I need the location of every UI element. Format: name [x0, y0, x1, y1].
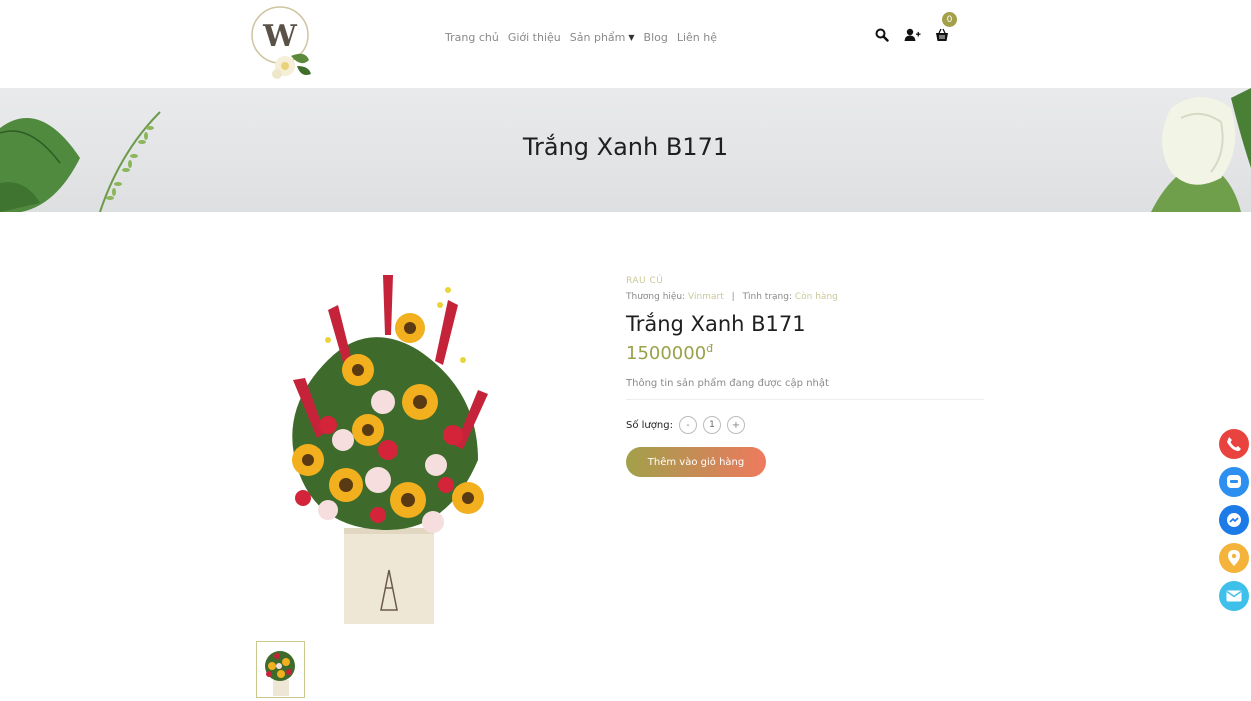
product-info: RAU CỦ Thương hiệu: Vinmart | Tình trạng…	[626, 276, 986, 477]
product-category[interactable]: RAU CỦ	[626, 276, 986, 286]
product-main-image[interactable]	[268, 270, 518, 624]
nav-products-label: Sản phẩm	[569, 31, 626, 44]
search-icon[interactable]	[873, 26, 891, 44]
messenger-icon[interactable]	[1219, 505, 1249, 535]
product-meta: Thương hiệu: Vinmart | Tình trạng: Còn h…	[626, 292, 986, 302]
status-label: Tình trạng:	[742, 292, 792, 302]
page-banner: Trắng Xanh B171	[0, 88, 1251, 212]
map-pin-icon[interactable]	[1219, 543, 1249, 573]
nav-home[interactable]: Trang chủ	[445, 31, 499, 44]
product-description: Thông tin sản phẩm đang được cập nhật	[626, 378, 829, 389]
header-actions: 0	[873, 12, 957, 44]
brand-value[interactable]: Vinmart	[688, 292, 724, 302]
nav-products[interactable]: Sản phẩm ▼	[570, 31, 635, 44]
caret-down-icon: ▼	[628, 33, 635, 42]
rose-decoration	[1151, 88, 1251, 212]
status-value: Còn hàng	[794, 292, 838, 302]
cart-icon[interactable]: 0	[933, 12, 957, 44]
nav-contact[interactable]: Liên hệ	[677, 31, 717, 44]
zalo-icon[interactable]	[1219, 467, 1249, 497]
product-price: 1500000đ	[626, 342, 986, 364]
meta-separator: |	[731, 292, 735, 302]
site-logo[interactable]: W	[251, 4, 315, 84]
floating-contact-bar	[1219, 429, 1249, 611]
mail-icon[interactable]	[1219, 581, 1249, 611]
cart-count-badge: 0	[942, 12, 957, 27]
price-amount: 1500000	[626, 343, 707, 364]
phone-icon[interactable]	[1219, 429, 1249, 459]
quantity-input[interactable]: 1	[702, 416, 721, 434]
nav-about[interactable]: Giới thiệu	[508, 31, 561, 44]
logo-letter: W	[262, 19, 298, 54]
product-thumbnail[interactable]	[256, 641, 305, 698]
banner-title: Trắng Xanh B171	[522, 133, 729, 161]
quantity-label: Số lượng:	[626, 419, 673, 431]
quantity-increase-button[interactable]: +	[726, 416, 745, 434]
quantity-decrease-button[interactable]: -	[678, 416, 697, 434]
divider	[626, 399, 984, 400]
nav-blog[interactable]: Blog	[644, 31, 668, 44]
site-header: W Trang chủ Giới thiệu Sản phẩm ▼ Blog L…	[0, 0, 1251, 88]
main-nav: Trang chủ Giới thiệu Sản phẩm ▼ Blog Liê…	[445, 31, 717, 44]
brand-label: Thương hiệu:	[626, 292, 686, 302]
add-to-cart-button[interactable]: Thêm vào giỏ hàng	[626, 447, 766, 477]
price-currency: đ	[706, 342, 714, 355]
quantity-selector: Số lượng: - 1 +	[626, 416, 986, 434]
product-title: Trắng Xanh B171	[626, 312, 806, 336]
user-add-icon[interactable]	[903, 26, 921, 44]
